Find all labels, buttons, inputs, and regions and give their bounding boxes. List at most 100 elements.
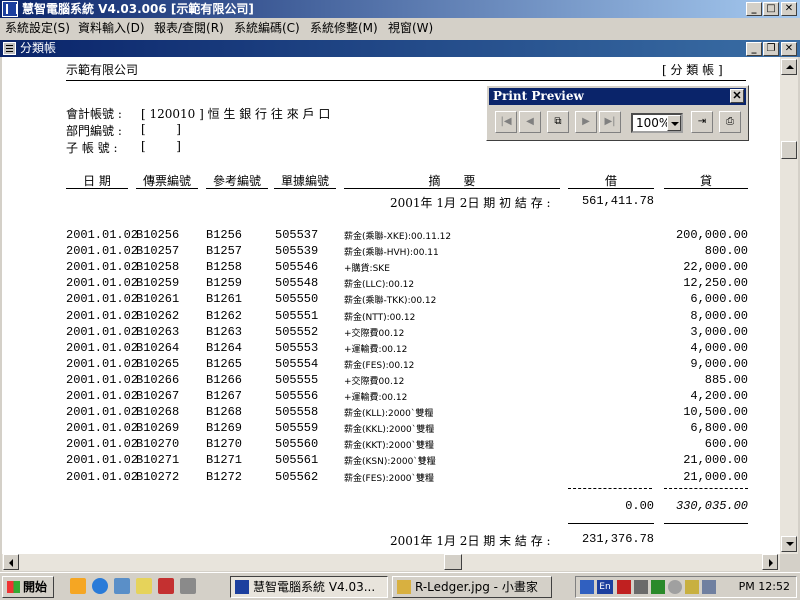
row-description: 薪金(FES):2000`雙糧 [344,474,435,484]
next-page-icon: ▶ [582,116,590,127]
app-logo-icon [235,580,249,594]
exit-preview-button[interactable]: ⇥ [691,111,713,133]
media-player-icon[interactable] [70,578,86,594]
taskbar: 開始 慧智電腦系統 V4.03... R-Ledger.jpg - 小畫家 En… [0,572,800,600]
task-ledger-label: 慧智電腦系統 V4.03... [253,580,376,594]
last-page-button[interactable]: ▶| [599,111,621,133]
row-date: 2001.01.02 [66,405,139,419]
keyboard-icon[interactable] [702,580,716,594]
zoom-dropdown-button[interactable] [667,115,681,131]
tray-tool-icon[interactable] [651,580,665,594]
row-reference: B1271 [206,453,243,467]
row-document: 505546 [275,260,319,274]
row-description: 薪金(KLL):2000`雙糧 [344,409,434,419]
menu-system-settings[interactable]: 系統設定(S) [5,20,70,36]
scroll-up-button[interactable] [781,59,797,75]
row-reference: B1268 [206,405,243,419]
row-reference: B1272 [206,470,243,484]
ime-indicator[interactable]: En [597,580,613,594]
scroll-down-button[interactable] [781,536,797,552]
notepad-icon[interactable] [136,578,152,594]
print-preview-close-button[interactable]: ✕ [730,89,744,103]
row-credit: 8,000.00 [690,309,748,323]
row-description: 薪金(KKL):2000`雙糧 [344,425,435,435]
prev-page-button[interactable]: ◀ [519,111,541,133]
clock-app-icon[interactable] [668,580,682,594]
menu-window[interactable]: 視窗(W) [388,20,433,36]
total-credit: 330,035.00 [675,499,748,513]
row-credit: 800.00 [704,244,748,258]
row-credit: 21,000.00 [683,453,748,467]
tray-app-icon[interactable] [580,580,594,594]
desktop-icon[interactable] [180,578,196,594]
app-shortcut-icon[interactable] [158,578,174,594]
close-button[interactable]: ✕ [781,2,797,16]
col-rule [664,188,748,189]
task-ledger-app[interactable]: 慧智電腦系統 V4.03... [230,576,388,598]
row-credit: 6,000.00 [690,292,748,306]
row-reference: B1256 [206,228,243,242]
company-name: 示範有限公司 [66,63,139,77]
row-date: 2001.01.02 [66,421,139,435]
vertical-scroll-thumb[interactable] [781,141,797,159]
row-reference: B1262 [206,309,243,323]
row-voucher: B10267 [136,389,180,403]
printer-icon: ⎙ [726,116,734,127]
copy-button[interactable]: ⧉ [547,111,569,133]
row-credit: 200,000.00 [675,228,748,242]
sub-account-label: 子 帳 號 : [66,141,118,155]
task-paint[interactable]: R-Ledger.jpg - 小畫家 [392,576,552,598]
clock: PM 12:52 [738,580,790,593]
row-date: 2001.01.02 [66,228,139,242]
row-document: 505556 [275,389,319,403]
menu-system-maintenance[interactable]: 系統修整(M) [310,20,378,36]
row-credit: 885.00 [704,373,748,387]
child-minimize-button[interactable]: _ [746,42,762,56]
maximize-button[interactable]: □ [763,2,779,16]
zoom-select[interactable]: 100% [631,113,683,133]
total-debit: 0.00 [625,499,654,513]
internet-explorer-icon[interactable] [92,578,108,594]
child-window-title: 分類帳 [20,41,57,55]
row-voucher: B10259 [136,276,180,290]
menu-system-codes[interactable]: 系統編碼(C) [234,20,300,36]
copy-icon: ⧉ [554,116,562,127]
next-page-button[interactable]: ▶ [575,111,597,133]
menu-reports[interactable]: 報表/查閱(R) [154,20,224,36]
horizontal-scroll-thumb[interactable] [444,554,462,570]
row-voucher: B10257 [136,244,180,258]
dept-label: 部門編號 : [66,124,122,138]
row-credit: 3,000.00 [690,325,748,339]
child-restore-button[interactable]: ❐ [763,42,779,56]
minimize-button[interactable]: _ [746,2,762,16]
account-label: 會計帳號 : [66,107,122,121]
volume-icon[interactable] [634,580,648,594]
start-button[interactable]: 開始 [2,576,54,598]
col-rule [344,188,560,189]
child-close-button[interactable]: ✕ [781,42,797,56]
row-date: 2001.01.02 [66,309,139,323]
row-reference: B1266 [206,373,243,387]
print-button[interactable]: ⎙ [719,111,741,133]
menu-data-input[interactable]: 資料輸入(D) [78,20,145,36]
debit-total-rule [568,523,654,524]
row-document: 505554 [275,357,319,371]
row-voucher: B10272 [136,470,180,484]
window-title-bar[interactable]: 慧智電腦系統 V4.03.006 [示範有限公司] _ □ ✕ [0,0,800,18]
menu-bar: 系統設定(S) 資料輸入(D) 報表/查閱(R) 系統編碼(C) 系統修整(M)… [0,18,800,38]
scroll-right-button[interactable] [762,554,778,570]
horizontal-scrollbar[interactable] [2,554,780,571]
row-document: 505555 [275,373,319,387]
network-icon[interactable] [114,578,130,594]
search-icon[interactable] [685,580,699,594]
exit-icon: ⇥ [697,116,707,127]
col-voucher: 傳票編號 [142,174,191,188]
print-preview-title-bar[interactable]: Print Preview ✕ [489,88,746,105]
first-page-button[interactable]: |◀ [495,111,517,133]
row-voucher: B10269 [136,421,180,435]
shield-icon[interactable] [617,580,631,594]
child-window-title-bar[interactable]: 分類帳 [0,40,800,57]
scroll-left-button[interactable] [3,554,19,570]
vertical-scrollbar[interactable] [780,57,798,554]
row-document: 505551 [275,309,319,323]
